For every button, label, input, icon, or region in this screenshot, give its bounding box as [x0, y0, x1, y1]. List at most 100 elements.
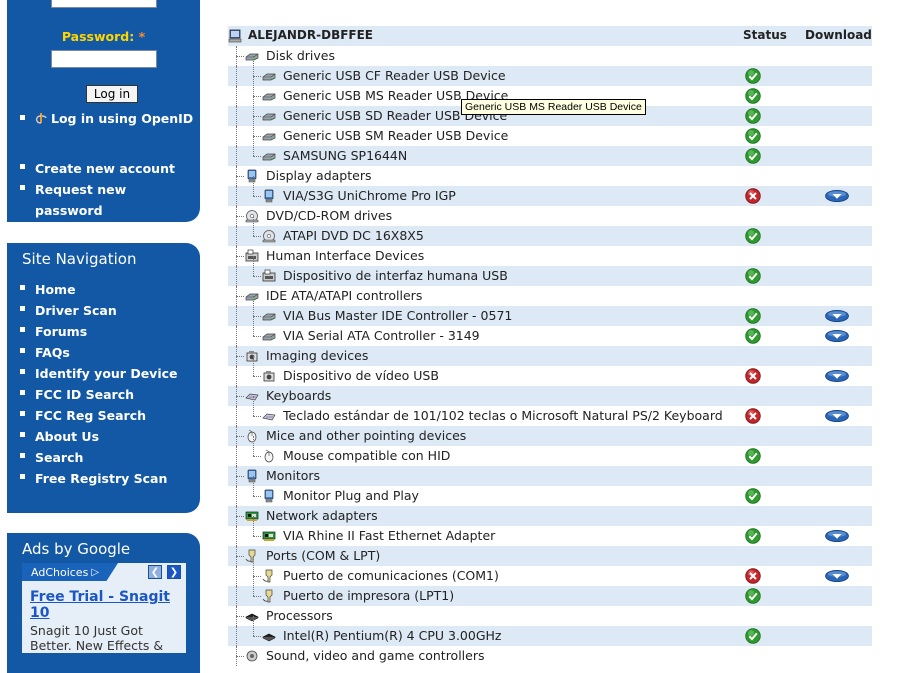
nav-item-forums[interactable]: Forums [7, 321, 195, 342]
device-label: Intel(R) Pentium(R) 4 CPU 3.00GHz [283, 628, 502, 643]
device-row-dispositivo-de-v-deo-usb[interactable]: Dispositivo de vídeo USB [228, 356, 872, 386]
category-row-monitors[interactable]: Monitors [228, 466, 872, 486]
nav-item-search[interactable]: Search [7, 447, 195, 468]
disk-icon [262, 153, 276, 161]
device-label: Monitor Plug and Play [283, 488, 419, 503]
login-links: Log in using OpenID [7, 109, 195, 129]
username-input[interactable] [51, 0, 157, 8]
openid-login-link[interactable]: Log in using OpenID [7, 109, 195, 129]
status-ok-icon [745, 528, 761, 544]
download-button-icon[interactable] [825, 410, 849, 422]
camera-icon [263, 371, 275, 382]
site-navigation-title: Site Navigation [22, 250, 137, 268]
category-row-keyboards[interactable]: Keyboards [228, 386, 872, 406]
status-column-header: Status [743, 28, 787, 42]
site-navigation-list: Home Driver Scan Forums FAQs Identify your D… [7, 279, 195, 489]
device-row-via-rhine-ii-fast-ethernet-adapter[interactable]: VIA Rhine II Fast Ethernet Adapter [228, 516, 872, 546]
category-row-processors[interactable]: Processors [228, 606, 872, 626]
request-password-link[interactable]: Request new password [7, 179, 195, 221]
create-account-link[interactable]: Create new account [7, 158, 195, 179]
nav-item-fcc-reg-search[interactable]: FCC Reg Search [7, 405, 195, 426]
device-row-generic-usb-sm-reader-usb-device[interactable]: Generic USB SM Reader USB Device [228, 116, 872, 146]
device-row-puerto-de-impresora-lpt1[interactable]: Puerto de impresora (LPT1) [228, 576, 872, 606]
device-row-atapi-dvd-dc-16x8x5[interactable]: ATAPI DVD DC 16X8X5 [228, 216, 872, 246]
ad-prev-arrow[interactable]: ❮ [148, 565, 162, 579]
display-icon [247, 169, 257, 183]
disk-icon [262, 133, 276, 141]
download-button-icon[interactable] [825, 530, 849, 542]
device-row-via-s3g-unichrome-pro-igp[interactable]: VIA/S3G UniChrome Pro IGP [228, 176, 872, 206]
site-navigation-block: Site Navigation Home Driver Scan Forums FAQ… [7, 243, 200, 513]
password-input[interactable] [51, 50, 157, 68]
status-error-icon [745, 188, 761, 204]
device-row-mouse-compatible-con-hid[interactable]: Mouse compatible con HID [228, 436, 872, 466]
device-row-samsung-sp1644n[interactable]: SAMSUNG SP1644N [228, 136, 872, 166]
category-row-ide-ata-atapi-controllers[interactable]: IDE ATA/ATAPI controllers [228, 286, 872, 306]
nav-item-faqs[interactable]: FAQs [7, 342, 195, 363]
nav-item-driver-scan[interactable]: Driver Scan [7, 300, 195, 321]
download-button-icon[interactable] [825, 310, 849, 322]
nav-item-identify-your-device[interactable]: Identify your Device [7, 363, 195, 384]
tree-rows: Disk drives Generic USB CF Reader USB Dev… [228, 46, 872, 666]
device-label: Puerto de impresora (LPT1) [283, 588, 455, 603]
category-label: IDE ATA/ATAPI controllers [266, 288, 423, 303]
category-label: Mice and other pointing devices [266, 428, 467, 443]
camera-icon [246, 351, 258, 362]
status-ok-icon [745, 68, 761, 84]
category-row-ports-com-lpt[interactable]: Ports (COM & LPT) [228, 546, 872, 566]
nav-item-fcc-id-search[interactable]: FCC ID Search [7, 384, 195, 405]
category-row-dvd-cd-rom-drives[interactable]: DVD/CD-ROM drives [228, 206, 872, 226]
device-row-intel-r-pentium-r-4-cpu-3-00ghz[interactable]: Intel(R) Pentium(R) 4 CPU 3.00GHz [228, 616, 872, 646]
hid-icon [245, 249, 259, 262]
adchoices-badge[interactable]: AdChoices ▷ [22, 563, 118, 581]
tree-header-row: ALEJANDR-DBFFEE Status Download [228, 26, 872, 46]
device-label: Generic USB SM Reader USB Device [283, 128, 509, 143]
nav-item-about-us[interactable]: About Us [7, 426, 195, 447]
device-label: Mouse compatible con HID [283, 448, 451, 463]
status-ok-icon [745, 88, 761, 104]
login-block: Password: * Log in Log in using OpenID C… [7, 0, 200, 222]
cdrom-icon [262, 230, 276, 243]
category-row-imaging-devices[interactable]: Imaging devices [228, 346, 872, 366]
device-row-via-serial-ata-controller-3149[interactable]: VIA Serial ATA Controller - 3149 [228, 316, 872, 346]
device-row-dispositivo-de-interfaz-humana-usb[interactable]: Dispositivo de interfaz humana USB [228, 256, 872, 286]
category-label: Ports (COM & LPT) [266, 548, 381, 563]
device-row-puerto-de-comunicaciones-com1[interactable]: Puerto de comunicaciones (COM1) [228, 556, 872, 586]
device-row-generic-usb-cf-reader-usb-device[interactable]: Generic USB CF Reader USB Device [228, 56, 872, 86]
device-row-via-bus-master-ide-controller-0571[interactable]: VIA Bus Master IDE Controller - 0571 [228, 296, 872, 326]
login-button[interactable]: Log in [86, 85, 138, 103]
status-ok-icon [745, 268, 761, 284]
download-button-icon[interactable] [825, 570, 849, 582]
nav-item-free-registry-scan[interactable]: Free Registry Scan [7, 468, 195, 489]
category-label: Display adapters [266, 168, 372, 183]
download-button-icon[interactable] [825, 330, 849, 342]
display-icon [264, 489, 274, 503]
device-row-monitor-plug-and-play[interactable]: Monitor Plug and Play [228, 476, 872, 506]
account-links: Create new account Request new password [7, 158, 195, 221]
category-row-display-adapters[interactable]: Display adapters [228, 166, 872, 186]
computer-name: ALEJANDR-DBFFEE [248, 28, 374, 42]
nav-item-home[interactable]: Home [7, 279, 195, 300]
download-button-icon[interactable] [825, 370, 849, 382]
disk-icon [262, 333, 276, 341]
status-ok-icon [745, 148, 761, 164]
category-row-sound-video-and-game-controllers[interactable]: Sound, video and game controllers [228, 646, 872, 666]
category-row-network-adapters[interactable]: Network adapters [228, 506, 872, 526]
category-row-human-interface-devices[interactable]: Human Interface Devices [228, 246, 872, 266]
port-icon [245, 549, 256, 563]
category-row-disk-drives[interactable]: Disk drives [228, 46, 872, 66]
disk-icon [245, 53, 259, 61]
status-error-icon [745, 368, 761, 384]
mouse-icon [247, 429, 257, 443]
ad-next-arrow[interactable]: ❯ [167, 565, 181, 579]
port-icon [262, 569, 273, 583]
keyboard-icon [262, 413, 276, 421]
device-row-teclado-est-ndar-de-101-102-teclas-o-microsoft-natural-ps-2-keyboard[interactable]: Teclado estándar de 101/102 teclas o Mic… [228, 396, 872, 426]
device-label: Generic USB CF Reader USB Device [283, 68, 506, 83]
mouse-icon [264, 449, 274, 463]
category-row-mice-and-other-pointing-devices[interactable]: Mice and other pointing devices [228, 426, 872, 446]
ad-title-link[interactable]: Free Trial - Snagit 10 [30, 589, 180, 621]
download-button-icon[interactable] [825, 190, 849, 202]
status-ok-icon [745, 488, 761, 504]
device-label: VIA/S3G UniChrome Pro IGP [283, 188, 456, 203]
